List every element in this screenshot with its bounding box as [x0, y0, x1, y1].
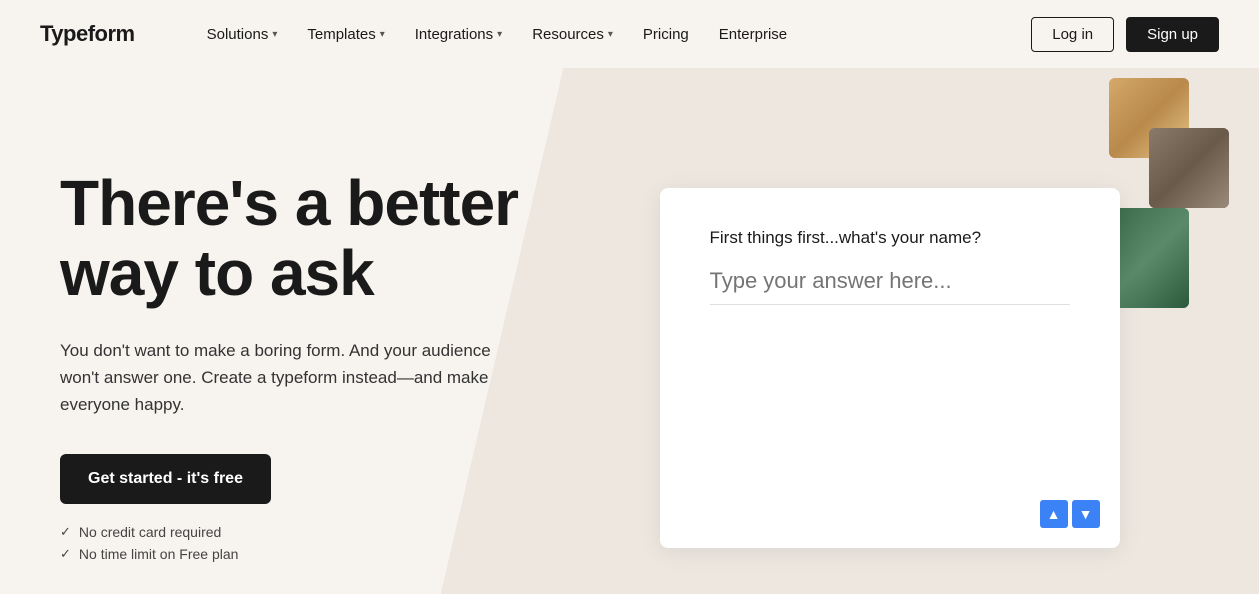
form-nav-up-button[interactable]: ▲ — [1040, 500, 1068, 528]
hero-visual: First things first...what's your name? ▲… — [580, 108, 1199, 548]
nav-integrations-label: Integrations — [415, 26, 493, 43]
checklist-label-2: No time limit on Free plan — [79, 546, 239, 562]
hero-content: There's a better way to ask You don't wa… — [60, 108, 580, 562]
form-question: First things first...what's your name? — [710, 228, 1070, 248]
checklist-item-1: ✓ No credit card required — [60, 524, 580, 540]
chevron-down-icon: ▾ — [380, 29, 385, 40]
form-nav-buttons: ▲ ▼ — [1040, 500, 1100, 528]
logo[interactable]: Typeform — [40, 21, 135, 47]
navbar: Typeform Solutions ▾ Templates ▾ Integra… — [0, 0, 1259, 68]
nav-item-solutions[interactable]: Solutions ▾ — [195, 18, 290, 51]
photo-3 — [1109, 208, 1189, 308]
form-preview-card: First things first...what's your name? ▲… — [660, 188, 1120, 548]
chevron-down-icon: ▾ — [497, 29, 502, 40]
get-started-button[interactable]: Get started - it's free — [60, 454, 271, 504]
nav-item-integrations[interactable]: Integrations ▾ — [403, 18, 514, 51]
nav-templates-label: Templates — [307, 26, 375, 43]
nav-item-resources[interactable]: Resources ▾ — [520, 18, 625, 51]
hero-title: There's a better way to ask — [60, 168, 580, 309]
form-nav-down-button[interactable]: ▼ — [1072, 500, 1100, 528]
nav-item-pricing[interactable]: Pricing — [631, 18, 701, 51]
photo-2 — [1149, 128, 1229, 208]
hero-section: There's a better way to ask You don't wa… — [0, 68, 1259, 594]
check-icon-1: ✓ — [60, 524, 71, 540]
chevron-down-icon: ▾ — [272, 29, 277, 40]
login-button[interactable]: Log in — [1031, 17, 1114, 52]
nav-enterprise-label: Enterprise — [719, 26, 787, 43]
nav-pricing-label: Pricing — [643, 26, 689, 43]
nav-actions: Log in Sign up — [1031, 17, 1219, 52]
nav-resources-label: Resources — [532, 26, 604, 43]
nav-item-templates[interactable]: Templates ▾ — [295, 18, 396, 51]
chevron-down-icon: ▾ — [608, 29, 613, 40]
form-answer-input[interactable] — [710, 268, 1070, 294]
hero-subtitle: You don't want to make a boring form. An… — [60, 337, 520, 419]
nav-links: Solutions ▾ Templates ▾ Integrations ▾ R… — [195, 18, 1032, 51]
checklist-label-1: No credit card required — [79, 524, 221, 540]
nav-item-enterprise[interactable]: Enterprise — [707, 18, 799, 51]
signup-button[interactable]: Sign up — [1126, 17, 1219, 52]
checklist-item-2: ✓ No time limit on Free plan — [60, 546, 580, 562]
checklist: ✓ No credit card required ✓ No time limi… — [60, 524, 580, 562]
form-divider — [710, 304, 1070, 305]
check-icon-2: ✓ — [60, 546, 71, 562]
nav-solutions-label: Solutions — [207, 26, 269, 43]
